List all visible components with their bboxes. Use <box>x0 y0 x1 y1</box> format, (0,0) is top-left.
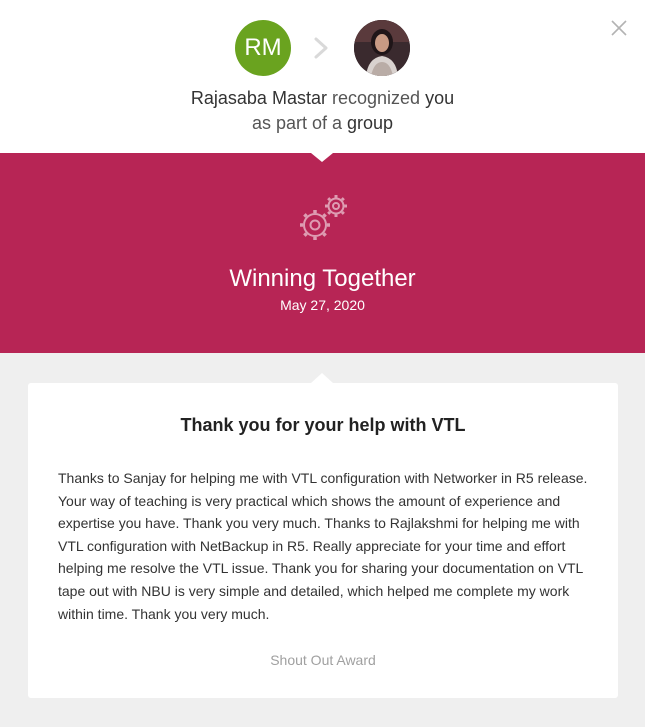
award-date: May 27, 2020 <box>280 297 365 313</box>
action-text: recognized <box>331 88 421 108</box>
gears-icon <box>300 195 347 240</box>
banner-notch <box>311 153 333 162</box>
recipient-avatar[interactable] <box>354 20 410 76</box>
recognition-headline: Rajasaba Mastar recognized you as part o… <box>0 86 645 136</box>
close-icon[interactable] <box>609 18 629 38</box>
award-banner <box>0 153 645 353</box>
card-notch <box>311 373 333 383</box>
award-type: Shout Out Award <box>270 652 376 668</box>
message-card: Thank you for your help with VTL Thanks … <box>28 383 618 698</box>
award-title: Winning Together <box>229 265 416 292</box>
group-prefix: as part of a <box>251 113 342 133</box>
sender-avatar[interactable]: RM <box>235 20 291 76</box>
sender-name[interactable]: Rajasaba Mastar <box>191 88 327 108</box>
chevron-right-icon <box>314 37 328 59</box>
message-title: Thank you for your help with VTL <box>180 415 466 435</box>
recognition-header: RM Rajasaba Mastar recognized you as par… <box>0 0 645 153</box>
message-body: Thanks to Sanjay for helping me with VTL… <box>58 470 588 622</box>
recipient-text: you <box>425 88 455 108</box>
group-text: group <box>347 113 394 133</box>
